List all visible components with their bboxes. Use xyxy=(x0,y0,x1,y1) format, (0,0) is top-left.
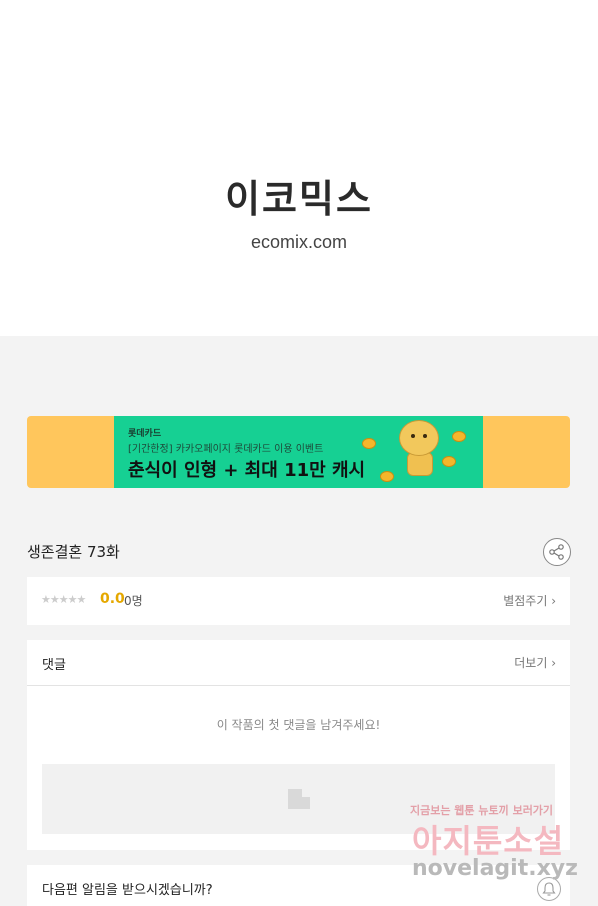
ad-subtitle: [기간한정] 카카오페이지 롯데카드 이용 이벤트 xyxy=(128,444,324,455)
comments-empty-message: 이 작품의 첫 댓글을 남겨주세요! xyxy=(216,718,381,732)
comments-header: 댓글 xyxy=(42,658,66,673)
rate-button[interactable]: 별점주기 › xyxy=(503,592,556,609)
comments-more-link[interactable]: 더보기 › xyxy=(514,654,556,671)
coin-icon xyxy=(362,438,376,449)
rating-score: 0.0 xyxy=(100,591,125,607)
share-icon xyxy=(549,544,564,560)
notify-text: 다음편 알림을 받으시겠습니까? xyxy=(42,883,213,898)
rating-panel: ★★★★★ 0.0 0명 별점주기 › xyxy=(27,577,570,625)
episode-title: 생존결혼 73화 xyxy=(27,543,120,561)
coin-icon xyxy=(442,456,456,467)
image-placeholder-icon xyxy=(288,789,310,809)
ad-headline: 춘식이 인형 + 최대 11만 캐시 xyxy=(128,460,366,481)
ad-brand: 롯데카드 xyxy=(128,429,162,439)
coin-icon xyxy=(380,471,394,482)
divider xyxy=(27,685,570,686)
publisher-splash: 이코믹스 ecomix.com xyxy=(0,0,598,336)
watermark-bottom: novelagit.xyz xyxy=(412,856,578,881)
rating-count: 0명 xyxy=(124,594,143,608)
ad-banner[interactable]: 롯데카드 [기간한정] 카카오페이지 롯데카드 이용 이벤트 춘식이 인형 + … xyxy=(27,416,570,488)
coin-icon xyxy=(452,431,466,442)
character-illustration xyxy=(399,420,441,476)
watermark: 지금보는 웹툰 뉴토끼 보러가기 아지툰소설 novelagit.xyz xyxy=(410,802,590,906)
ad-banner-content[interactable]: 롯데카드 [기간한정] 카카오페이지 롯데카드 이용 이벤트 춘식이 인형 + … xyxy=(114,416,483,488)
share-button[interactable] xyxy=(543,538,571,566)
publisher-logo: 이코믹스 xyxy=(225,176,373,221)
rating-stars: ★★★★★ xyxy=(41,593,86,606)
publisher-url: ecomix.com xyxy=(250,232,348,252)
